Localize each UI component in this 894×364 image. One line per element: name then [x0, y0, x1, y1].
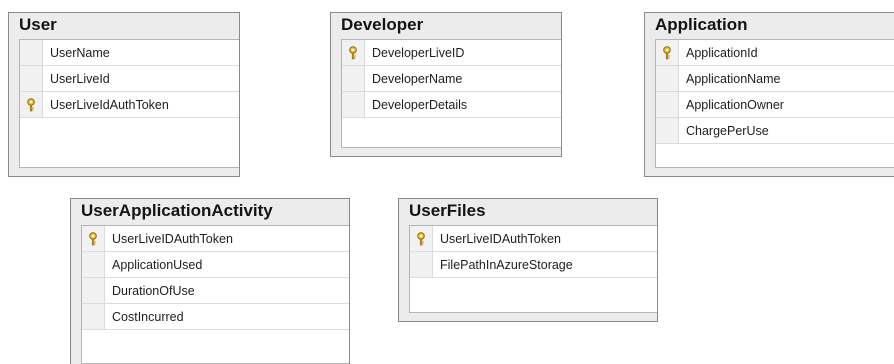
column-row[interactable]: ApplicationOwner [656, 92, 894, 118]
row-selector[interactable] [82, 278, 105, 303]
column-name: ApplicationUsed [112, 257, 203, 272]
table-user-application-activity[interactable]: UserApplicationActivity UserLiveIDAuthTo… [70, 198, 350, 364]
row-selector[interactable] [20, 40, 43, 65]
column-name: ApplicationOwner [686, 97, 784, 112]
primary-key-icon [89, 231, 97, 245]
row-selector[interactable] [82, 304, 105, 329]
row-selector[interactable] [410, 226, 433, 251]
row-selector[interactable] [342, 92, 365, 117]
row-selector[interactable] [20, 66, 43, 91]
column-name: DeveloperLiveID [372, 45, 465, 60]
table-developer[interactable]: Developer DeveloperLiveID DeveloperName … [330, 12, 562, 157]
row-selector[interactable] [20, 92, 43, 117]
column-name: UserLiveId [50, 71, 110, 86]
column-row[interactable]: UserName [20, 40, 239, 66]
table-application[interactable]: Application ApplicationId ApplicationNam… [644, 12, 894, 177]
table-title: UserApplicationActivity [81, 201, 273, 220]
column-name: UserLiveIdAuthToken [50, 97, 169, 112]
table-title: Developer [341, 15, 424, 34]
column-name: DeveloperName [372, 71, 463, 86]
column-row[interactable]: ApplicationUsed [82, 252, 349, 278]
primary-key-icon [663, 45, 671, 59]
table-user-files[interactable]: UserFiles UserLiveIDAuthToken FilePathIn… [398, 198, 658, 322]
column-name: FilePathInAzureStorage [440, 257, 573, 272]
column-name: UserLiveIDAuthToken [112, 231, 233, 246]
column-name: DeveloperDetails [372, 97, 468, 112]
row-selector[interactable] [656, 92, 679, 117]
column-row[interactable]: FilePathInAzureStorage [410, 252, 657, 278]
table-title: UserFiles [409, 201, 486, 220]
column-row[interactable]: DurationOfUse [82, 278, 349, 304]
row-selector[interactable] [656, 66, 679, 91]
row-selector[interactable] [656, 118, 679, 143]
table-title: User [19, 15, 57, 34]
column-row[interactable]: ApplicationName [656, 66, 894, 92]
column-grid: UserLiveIDAuthToken ApplicationUsed Dura… [81, 225, 349, 364]
column-row[interactable]: ChargePerUse [656, 118, 894, 144]
column-row[interactable]: ApplicationId [656, 40, 894, 66]
column-row[interactable]: UserLiveIdAuthToken [20, 92, 239, 118]
column-row[interactable]: DeveloperLiveID [342, 40, 561, 66]
column-row[interactable]: DeveloperName [342, 66, 561, 92]
column-name: UserLiveIDAuthToken [440, 231, 561, 246]
column-grid: ApplicationId ApplicationName Applicatio… [655, 39, 894, 168]
column-grid: UserName UserLiveId UserLiveIdAuthToken [19, 39, 239, 168]
row-selector[interactable] [342, 66, 365, 91]
column-row[interactable]: UserLiveIDAuthToken [82, 226, 349, 252]
column-row[interactable]: DeveloperDetails [342, 92, 561, 118]
row-selector[interactable] [410, 252, 433, 277]
column-grid: UserLiveIDAuthToken FilePathInAzureStora… [409, 225, 657, 313]
column-name: ApplicationId [686, 45, 758, 60]
column-grid: DeveloperLiveID DeveloperName DeveloperD… [341, 39, 561, 148]
column-name: UserName [50, 45, 110, 60]
primary-key-icon [417, 231, 425, 245]
column-row[interactable]: UserLiveIDAuthToken [410, 226, 657, 252]
column-name: ApplicationName [686, 71, 781, 86]
primary-key-icon [27, 97, 35, 111]
table-user[interactable]: User UserName UserLiveId UserLiveIdAuthT… [8, 12, 240, 177]
column-row[interactable]: CostIncurred [82, 304, 349, 330]
row-selector[interactable] [656, 40, 679, 65]
column-name: CostIncurred [112, 309, 184, 324]
column-row[interactable]: UserLiveId [20, 66, 239, 92]
column-name: ChargePerUse [686, 123, 769, 138]
row-selector[interactable] [82, 252, 105, 277]
table-title: Application [655, 15, 748, 34]
primary-key-icon [349, 45, 357, 59]
row-selector[interactable] [342, 40, 365, 65]
row-selector[interactable] [82, 226, 105, 251]
column-name: DurationOfUse [112, 283, 195, 298]
